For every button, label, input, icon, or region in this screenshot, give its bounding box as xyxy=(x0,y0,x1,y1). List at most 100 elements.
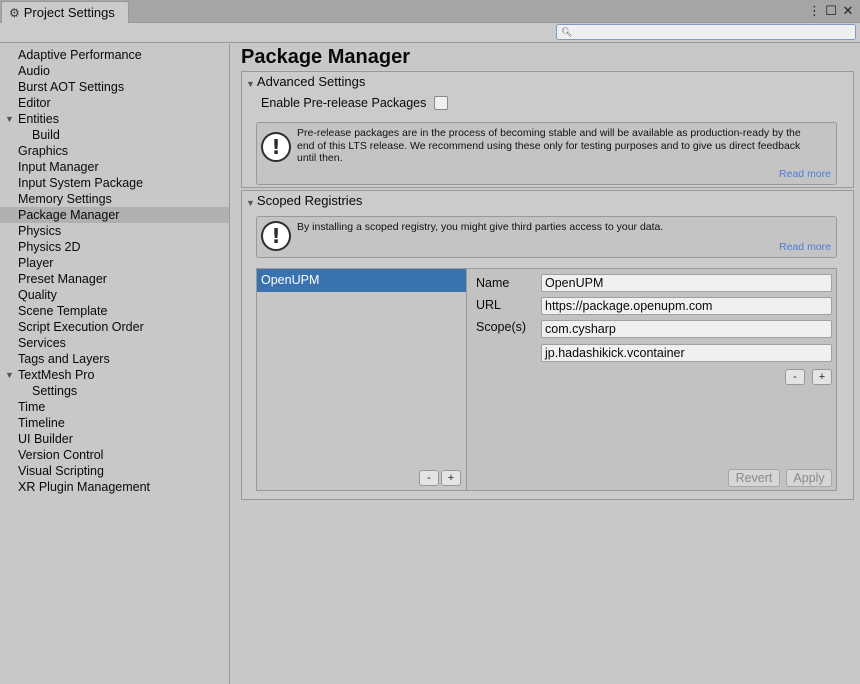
prerelease-row: Enable Pre-release Packages xyxy=(261,96,449,110)
prerelease-label: Enable Pre-release Packages xyxy=(261,96,427,110)
settings-sidebar: Adaptive Performance Audio Burst AOT Setti… xyxy=(0,44,230,684)
sidebar-item-label: Adaptive Performance xyxy=(18,48,142,62)
sidebar-item-scene-template[interactable]: Scene Template xyxy=(0,303,229,319)
url-label: URL xyxy=(476,298,502,312)
scoped-registries-foldout[interactable]: ▼ Scoped Registries xyxy=(246,193,362,208)
gear-icon: ⚙ xyxy=(9,5,20,20)
window-controls: ⋮ ☐ ✕ xyxy=(808,3,854,19)
sidebar-item-physics[interactable]: Physics xyxy=(0,223,229,239)
close-icon[interactable]: ✕ xyxy=(842,3,854,19)
sidebar-item-label: Input Manager xyxy=(18,160,99,174)
search-input[interactable] xyxy=(575,26,855,38)
sidebar-item-label: Timeline xyxy=(18,416,65,430)
sidebar-item-burst-aot-settings[interactable]: Burst AOT Settings xyxy=(0,79,229,95)
search-icon: 🔍︎ xyxy=(561,26,573,37)
maximize-icon[interactable]: ☐ xyxy=(825,3,837,19)
advanced-settings-foldout[interactable]: ▼ Advanced Settings xyxy=(246,74,365,89)
sidebar-item-label: Quality xyxy=(18,288,57,302)
sidebar-item-input-system-package[interactable]: Input System Package xyxy=(0,175,229,191)
sidebar-item-tags-and-layers[interactable]: Tags and Layers xyxy=(0,351,229,367)
sidebar-item-textmesh-pro[interactable]: ▼ TextMesh Pro xyxy=(0,367,229,383)
url-field[interactable]: https://package.openupm.com xyxy=(541,297,832,315)
sidebar-item-label: Script Execution Order xyxy=(18,320,144,334)
revert-button[interactable]: Revert xyxy=(728,469,780,487)
read-more-link[interactable]: Read more xyxy=(779,241,831,253)
sidebar-item-input-manager[interactable]: Input Manager xyxy=(0,159,229,175)
remove-scope-button[interactable]: - xyxy=(785,369,805,385)
sidebar-item-services[interactable]: Services xyxy=(0,335,229,351)
warning-icon: ! xyxy=(261,132,291,162)
sidebar-item-quality[interactable]: Quality xyxy=(0,287,229,303)
sidebar-item-label: Physics 2D xyxy=(18,240,81,254)
sidebar-item-label: Settings xyxy=(32,384,78,398)
sidebar-item-label: Visual Scripting xyxy=(18,464,104,478)
scope-field[interactable]: com.cysharp xyxy=(541,320,832,338)
read-more-link[interactable]: Read more xyxy=(779,168,831,180)
apply-button[interactable]: Apply xyxy=(786,469,832,487)
sidebar-item-label: Time xyxy=(18,400,46,414)
sidebar-item-label: Tags and Layers xyxy=(18,352,110,366)
sidebar-item-label: Entities xyxy=(18,112,59,126)
sidebar-item-settings[interactable]: Settings xyxy=(0,383,229,399)
main-panel: Package Manager ▼ Advanced Settings Enab… xyxy=(232,44,860,684)
prerelease-help-text: Pre-release packages are in the process … xyxy=(297,127,801,164)
sidebar-item-audio[interactable]: Audio xyxy=(0,63,229,79)
sidebar-item-editor[interactable]: Editor xyxy=(0,95,229,111)
add-scope-button[interactable]: + xyxy=(812,369,832,385)
prerelease-checkbox[interactable] xyxy=(434,96,449,110)
expand-arrow-icon[interactable]: ▼ xyxy=(5,111,14,127)
sidebar-item-label: Preset Manager xyxy=(18,272,107,286)
scope-field[interactable]: jp.hadashikick.vcontainer xyxy=(541,344,832,362)
scoped-registries-section: ▼ Scoped Registries ! By installing a sc… xyxy=(241,190,854,500)
sidebar-item-player[interactable]: Player xyxy=(0,255,229,271)
registry-list-item[interactable]: OpenUPM xyxy=(257,269,466,292)
scoped-registries-header: Scoped Registries xyxy=(256,193,363,208)
sidebar-item-adaptive-performance[interactable]: Adaptive Performance xyxy=(0,47,229,63)
sidebar-item-label: Memory Settings xyxy=(18,192,112,206)
sidebar-item-version-control[interactable]: Version Control xyxy=(0,447,229,463)
tab-title: Project Settings xyxy=(23,5,115,20)
sidebar-item-label: Version Control xyxy=(18,448,104,462)
sidebar-item-time[interactable]: Time xyxy=(0,399,229,415)
sidebar-item-build[interactable]: Build xyxy=(0,127,229,143)
sidebar-item-preset-manager[interactable]: Preset Manager xyxy=(0,271,229,287)
sidebar-item-physics-2d[interactable]: Physics 2D xyxy=(0,239,229,255)
sidebar-item-graphics[interactable]: Graphics xyxy=(0,143,229,159)
sidebar-item-xr-plugin-management[interactable]: XR Plugin Management xyxy=(0,479,229,495)
sidebar-item-label: Physics xyxy=(18,224,62,238)
search-box[interactable]: 🔍︎ xyxy=(556,24,856,40)
advanced-settings-header: Advanced Settings xyxy=(256,74,366,89)
sidebar-item-label: Services xyxy=(18,336,66,350)
page-title: Package Manager xyxy=(241,46,410,68)
sidebar-item-visual-scripting[interactable]: Visual Scripting xyxy=(0,463,229,479)
registry-editor: OpenUPM - + Name OpenUPM URL https://pac… xyxy=(256,268,837,491)
sidebar-item-memory-settings[interactable]: Memory Settings xyxy=(0,191,229,207)
advanced-settings-section: ▼ Advanced Settings Enable Pre-release P… xyxy=(241,71,854,188)
sidebar-item-ui-builder[interactable]: UI Builder xyxy=(0,431,229,447)
search-row: 🔍︎ xyxy=(0,23,860,43)
scoped-help-text: By installing a scoped registry, you mig… xyxy=(297,221,664,233)
sidebar-item-script-execution-order[interactable]: Script Execution Order xyxy=(0,319,229,335)
sidebar-item-entities[interactable]: ▼ Entities xyxy=(0,111,229,127)
more-options-icon[interactable]: ⋮ xyxy=(808,3,821,19)
warning-icon: ! xyxy=(261,221,291,251)
foldout-arrow-icon: ▼ xyxy=(246,78,255,89)
sidebar-item-label: Audio xyxy=(18,64,50,78)
scopes-label: Scope(s) xyxy=(476,320,527,334)
add-registry-button[interactable]: + xyxy=(441,470,461,486)
sidebar-item-label: Burst AOT Settings xyxy=(18,80,125,94)
prerelease-help-box: ! Pre-release packages are in the proces… xyxy=(256,122,837,185)
sidebar-item-label: Editor xyxy=(18,96,51,110)
foldout-arrow-icon: ▼ xyxy=(246,197,255,208)
sidebar-item-timeline[interactable]: Timeline xyxy=(0,415,229,431)
sidebar-item-label: Build xyxy=(32,128,60,142)
name-field[interactable]: OpenUPM xyxy=(541,274,832,292)
sidebar-item-label: TextMesh Pro xyxy=(18,368,95,382)
expand-arrow-icon[interactable]: ▼ xyxy=(5,367,14,383)
sidebar-item-label: Player xyxy=(18,256,54,270)
tab-project-settings[interactable]: ⚙ Project Settings xyxy=(1,1,129,23)
remove-registry-button[interactable]: - xyxy=(419,470,439,486)
title-bar: ⚙ Project Settings ⋮ ☐ ✕ xyxy=(0,0,860,23)
scoped-help-box: ! By installing a scoped registry, you m… xyxy=(256,216,837,258)
sidebar-item-package-manager[interactable]: Package Manager xyxy=(0,207,229,223)
